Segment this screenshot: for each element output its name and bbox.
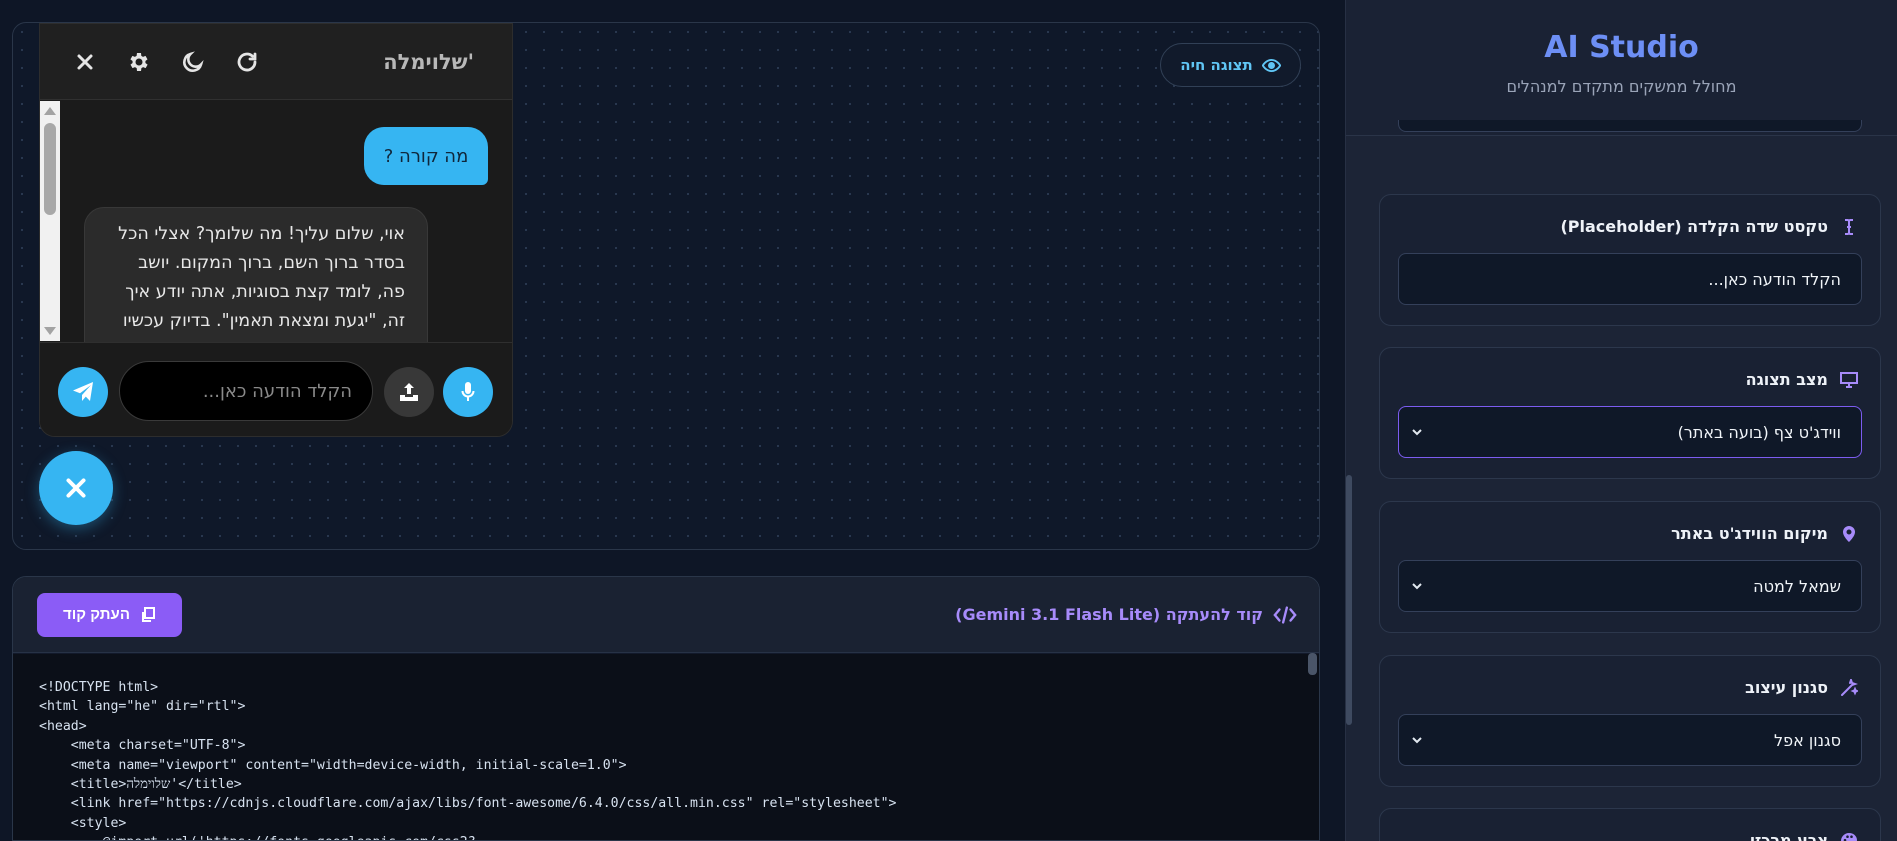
widget-position-label: מיקום הווידג'ט באתר [1671,524,1828,543]
send-button[interactable] [58,367,108,417]
sidebar-scrollbar[interactable] [1346,475,1352,725]
design-style-card: סגנון עיצוב סגנון אפל [1379,655,1881,787]
refresh-icon[interactable] [234,49,260,75]
display-mode-card: מצב תצוגה ווידג'ט צף (בועה באתר) [1379,347,1881,479]
brand-header: AI Studio מחולל ממשקים מתקדם למנהלים [1346,0,1897,136]
live-preview-badge[interactable]: תצוגה חיה [1160,43,1301,87]
user-message: מה קורה ? [364,127,488,185]
code-line: <style> [39,815,127,831]
chat-message-input[interactable] [119,361,373,421]
chevron-down-icon [1412,583,1422,590]
code-line: <meta name="viewport" content="width=dev… [39,757,627,773]
design-style-label: סגנון עיצוב [1745,678,1828,697]
placeholder-setting-card: טקסט שדה הקלדה (Placeholder) הקלד הודעה … [1379,194,1881,326]
scroll-down-icon[interactable] [44,327,56,335]
widget-position-card: מיקום הווידג'ט באתר שמאל למטה [1379,501,1881,633]
copy-code-button[interactable]: העתק קוד [37,592,182,637]
scroll-thumb[interactable] [44,123,56,215]
chevron-down-icon [1412,429,1422,436]
paper-plane-icon [73,382,93,401]
copy-code-label: העתק קוד [63,606,130,623]
map-pin-icon [1843,525,1855,542]
display-mode-label: מצב תצוגה [1745,370,1828,389]
code-line: @import url('https://fonts.googleapis.co… [39,833,1319,840]
main-color-card: צבע מרכזי [1379,808,1881,841]
upload-button[interactable] [384,367,434,417]
code-line: <meta charset="UTF-8"> [39,738,246,754]
code-line: <title>שלוימלה'</title> [39,777,242,793]
display-mode-select[interactable]: ווידג'ט צף (בועה באתר) [1398,406,1862,458]
chat-widget: שלוימלה' מה קורה ? אוי, שלום עליך! מה של… [39,23,513,437]
copy-icon [141,606,155,622]
microphone-button[interactable] [443,367,493,417]
palette-icon [1841,832,1857,841]
scroll-up-icon[interactable] [44,107,56,115]
chat-widget-title: שלוימלה' [383,49,474,74]
previous-card-remnant [1379,120,1881,150]
placeholder-setting-label: טקסט שדה הקלדה (Placeholder) [1560,217,1828,236]
code-panel-header: העתק קוד קוד להעתקה (Gemini 3.1 Flash Li… [13,577,1319,653]
code-panel-title: קוד להעתקה (Gemini 3.1 Flash Lite) [955,605,1297,625]
chevron-down-icon [1412,737,1422,744]
widget-toggle-button[interactable] [39,451,113,525]
close-icon[interactable] [72,49,98,75]
placeholder-text-input[interactable]: הקלד הודעה כאן... [1398,253,1862,305]
chat-input-bar [40,342,512,436]
gear-icon[interactable] [126,49,152,75]
code-line: <link href="https://cdnjs.cloudflare.com… [39,796,897,812]
code-line: <!DOCTYPE html> [39,680,159,695]
settings-sidebar: AI Studio מחולל ממשקים מתקדם למנהלים טקס… [1345,0,1897,841]
eye-icon [1261,58,1281,72]
code-icon [1273,605,1297,624]
widget-position-select[interactable]: שמאל למטה [1398,560,1862,612]
code-block[interactable]: <!DOCTYPE html> <html lang="he" dir="rtl"… [13,654,1319,840]
microphone-icon [461,382,475,401]
code-line: <head> [39,718,87,734]
main-color-label: צבע מרכזי [1750,831,1828,841]
moon-icon[interactable] [180,49,206,75]
chat-messages: מה קורה ? אוי, שלום עליך! מה שלומך? אצלי… [40,101,512,367]
live-preview-label: תצוגה חיה [1180,56,1253,74]
text-cursor-icon [1845,218,1853,235]
design-style-select[interactable]: סגנון אפל [1398,714,1862,766]
close-icon [66,478,86,498]
code-scrollbar[interactable] [1308,653,1317,675]
magic-wand-icon [1841,678,1858,696]
code-line: <html lang="he" dir="rtl"> [39,699,246,715]
code-panel: העתק קוד קוד להעתקה (Gemini 3.1 Flash Li… [12,576,1320,841]
upload-icon [400,383,418,401]
messages-scrollbar[interactable] [40,101,60,341]
live-preview-panel: תצוגה חיה שלוימלה' מה קורה ? אוי, שלום ע… [12,22,1320,550]
app-title: AI Studio [1544,30,1699,65]
app-subtitle: מחולל ממשקים מתקדם למנהלים [1506,77,1737,96]
monitor-icon [1840,371,1858,388]
chat-widget-header: שלוימלה' [40,24,512,100]
